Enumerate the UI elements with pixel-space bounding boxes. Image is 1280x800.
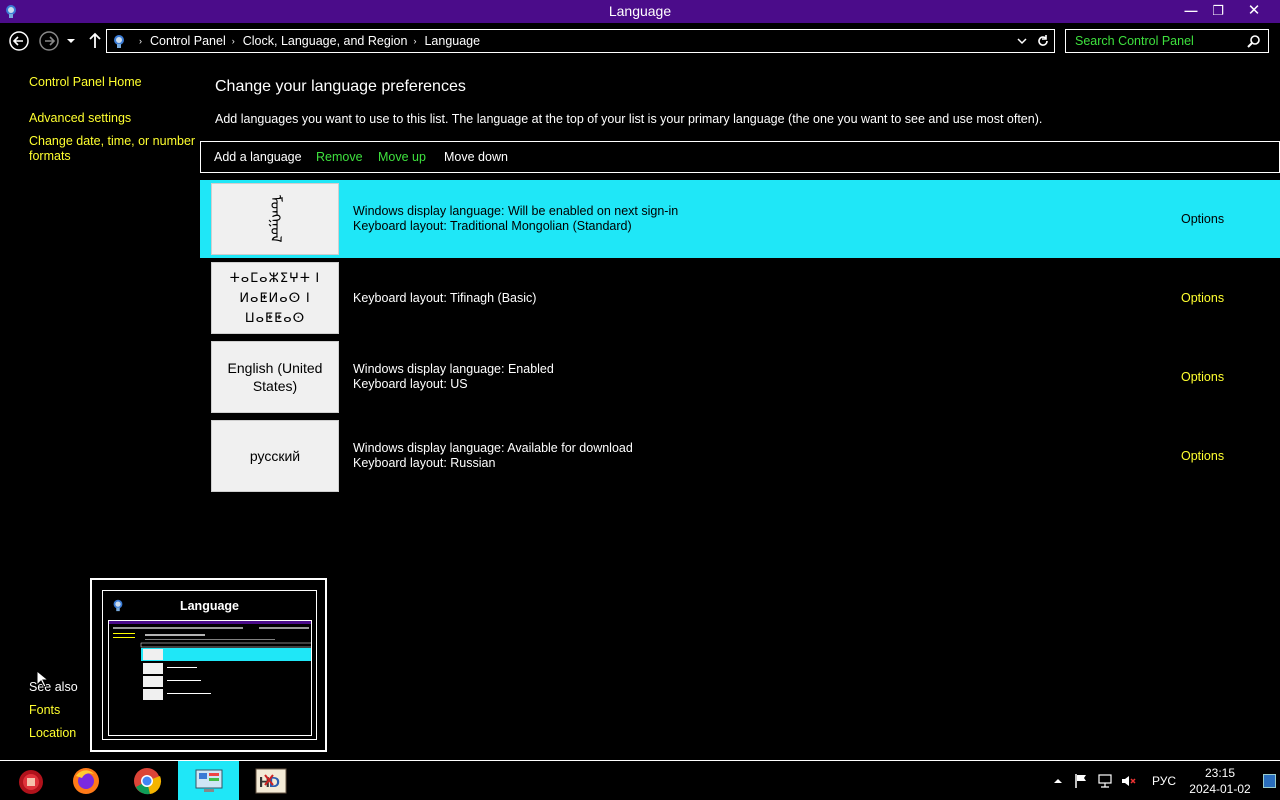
add-language-button[interactable]: Add a language — [214, 150, 302, 164]
language-row-russian[interactable]: русский Windows display language: Availa… — [200, 417, 1280, 495]
move-up-button[interactable]: Move up — [378, 150, 426, 164]
language-status-line2: Keyboard layout: US — [353, 377, 468, 391]
location-link[interactable]: Location — [29, 726, 76, 741]
language-tile-text: ᠮᠣᠩᠭᠣᠯ — [267, 195, 284, 243]
breadcrumb-separator[interactable]: › — [139, 36, 142, 46]
remove-button[interactable]: Remove — [316, 150, 363, 164]
language-options-link[interactable]: Options — [1181, 449, 1224, 463]
forward-button[interactable] — [38, 30, 60, 52]
show-hidden-icons-chevron-up-icon[interactable] — [1050, 773, 1066, 789]
breadcrumb-clock-language-region[interactable]: Clock, Language, and Region — [243, 34, 408, 48]
taskbar-control-panel[interactable] — [178, 761, 239, 800]
show-desktop-button[interactable] — [1263, 774, 1276, 788]
taskbar-thumbnail-preview[interactable]: Language — [90, 578, 327, 752]
language-options-link[interactable]: Options — [1181, 291, 1224, 305]
move-down-button[interactable]: Move down — [444, 150, 508, 164]
up-button[interactable] — [86, 30, 104, 52]
fonts-link[interactable]: Fonts — [29, 703, 60, 718]
mouse-cursor-icon — [36, 670, 48, 688]
control-panel-icon — [195, 769, 222, 792]
title-bar[interactable]: Language — ❐ ✕ — [0, 0, 1280, 23]
thumbnail-frame: Language — [102, 590, 317, 740]
breadcrumb-control-panel[interactable]: Control Panel — [150, 34, 226, 48]
minimize-button[interactable]: — — [1177, 0, 1205, 22]
address-chevron-down-icon[interactable] — [1016, 35, 1028, 47]
language-tile-text: русский — [249, 448, 301, 464]
language-tile-text: ⵜⴰⵎⴰⵣⵉⵖⵜ ⵏ ⵍⴰⵟⵍⴰⵙ ⵏ ⵡⴰⵟⵟⴰⵙ — [229, 270, 321, 325]
language-row-tifinagh[interactable]: ⵜⴰⵎⴰⵣⵉⵖⵜ ⵏ ⵍⴰⵟⵍⴰⵙ ⵏ ⵡⴰⵟⵟⴰⵙ Keyboard layo… — [200, 259, 1280, 337]
language-row-mongolian[interactable]: ᠮᠣᠩᠭᠣᠯ Windows display language: Will be… — [200, 180, 1280, 258]
language-status-line1: Windows display language: Enabled — [353, 362, 554, 376]
search-input[interactable] — [1066, 30, 1244, 52]
taskbar-clock[interactable]: 23:15 2024-01-02 — [1185, 765, 1255, 797]
page-description: Add languages you want to use to this li… — [215, 112, 1043, 126]
close-button[interactable]: ✕ — [1238, 0, 1270, 22]
page-title: Change your language preferences — [215, 78, 466, 95]
search-icon[interactable] — [1247, 34, 1261, 48]
action-center-flag-icon[interactable] — [1073, 773, 1089, 789]
refresh-icon[interactable] — [1036, 34, 1050, 48]
advanced-settings-link[interactable]: Advanced settings — [29, 111, 131, 126]
back-button[interactable] — [8, 30, 30, 52]
language-status: Windows display language: Will be enable… — [353, 204, 678, 234]
language-tile: ᠮᠣᠩᠭᠣᠯ — [211, 183, 339, 255]
taskbar-firefox[interactable] — [55, 761, 116, 800]
language-status-line1: Windows display language: Available for … — [353, 441, 633, 455]
taskbar-hxd[interactable]: H D — [240, 761, 301, 800]
chrome-icon — [133, 767, 161, 794]
taskbar-chrome[interactable] — [116, 761, 177, 800]
change-date-time-formats-link[interactable]: Change date, time, or number formats — [29, 134, 197, 164]
language-status-line1: Keyboard layout: Tifinagh (Basic) — [353, 291, 537, 305]
language-tile: русский — [211, 420, 339, 492]
address-bar[interactable]: › Control Panel › Clock, Language, and R… — [106, 29, 1055, 53]
maximize-button[interactable]: ❐ — [1204, 0, 1232, 22]
hxd-icon: H D — [255, 768, 286, 793]
language-status: Windows display language: Enabled Keyboa… — [353, 362, 554, 392]
language-row-english[interactable]: English (United States) Windows display … — [200, 338, 1280, 416]
language-status-line2: Keyboard layout: Russian — [353, 456, 496, 470]
input-language-indicator[interactable]: РУС — [1152, 774, 1176, 788]
language-status: Keyboard layout: Tifinagh (Basic) — [353, 291, 536, 306]
start-button[interactable] — [0, 761, 61, 800]
thumbnail-screen — [108, 620, 312, 736]
language-toolbar: Add a language Remove Move up Move down — [200, 141, 1280, 173]
clock-date: 2024-01-02 — [1189, 782, 1251, 796]
language-options-link[interactable]: Options — [1181, 212, 1224, 226]
language-tile: ⵜⴰⵎⴰⵣⵉⵖⵜ ⵏ ⵍⴰⵟⵍⴰⵙ ⵏ ⵡⴰⵟⵟⴰⵙ — [211, 262, 339, 334]
language-options-link[interactable]: Options — [1181, 370, 1224, 384]
control-panel-icon — [114, 35, 124, 48]
volume-muted-icon[interactable] — [1120, 773, 1136, 789]
clock-time: 23:15 — [1204, 766, 1236, 780]
thumbnail-miniature — [109, 621, 311, 700]
language-tile: English (United States) — [211, 341, 339, 413]
firefox-icon — [72, 767, 99, 794]
language-tile-text: English (United States) — [227, 360, 323, 394]
breadcrumb-language[interactable]: Language — [424, 34, 480, 48]
language-status-line1: Windows display language: Will be enable… — [353, 204, 679, 218]
language-status: Windows display language: Available for … — [353, 441, 633, 471]
breadcrumb: › Control Panel › Clock, Language, and R… — [133, 34, 480, 48]
breadcrumb-separator[interactable]: › — [413, 36, 416, 46]
window-title: Language — [608, 3, 672, 19]
breadcrumb-separator[interactable]: › — [232, 36, 235, 46]
thumbnail-title: Language — [179, 599, 240, 613]
control-panel-home-link[interactable]: Control Panel Home — [29, 75, 142, 90]
taskbar: H D РУС 23:15 2024-01-02 — [0, 760, 1280, 800]
search-box[interactable] — [1065, 29, 1269, 53]
recent-locations-chevron-down-icon[interactable] — [64, 30, 78, 52]
language-status-line2: Keyboard layout: Traditional Mongolian (… — [353, 219, 632, 233]
network-icon[interactable] — [1097, 773, 1113, 789]
start-orb-icon — [18, 769, 43, 794]
